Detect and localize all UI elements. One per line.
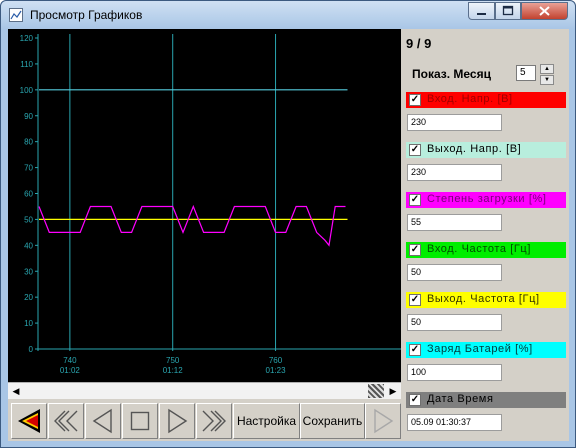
value-field[interactable]: 55 xyxy=(407,214,502,231)
group-label: Дата Время xyxy=(427,393,494,405)
month-field[interactable]: 5 xyxy=(516,65,536,81)
x-tick-label: 750 xyxy=(166,356,180,365)
y-tick-label: 100 xyxy=(20,86,34,95)
rewind-button[interactable] xyxy=(48,403,84,439)
checkbox[interactable]: ✓ xyxy=(409,394,421,406)
scroll-right-arrow-icon[interactable]: ▶ xyxy=(385,383,401,399)
x-tick-label: 760 xyxy=(269,356,283,365)
double-right-icon xyxy=(202,410,226,432)
group-load-level: ✓ Степень загрузки [%] 55 xyxy=(406,192,567,241)
y-tick-label: 40 xyxy=(24,241,33,250)
y-tick-label: 30 xyxy=(24,267,33,276)
group-label: Вход. Частота [Гц] xyxy=(427,243,531,255)
month-label: Показ. Месяц xyxy=(412,67,491,81)
side-panel: 9 / 9 Показ. Месяц 5 ▲ ▼ ✓ Вход. Напр. [… xyxy=(402,29,569,441)
value-field[interactable]: 230 xyxy=(407,114,502,131)
y-tick-label: 110 xyxy=(20,60,33,69)
y-tick-label: 80 xyxy=(24,138,33,147)
y-tick-label: 10 xyxy=(24,319,33,328)
horizontal-scrollbar[interactable]: ◀ ▶ xyxy=(8,382,401,399)
triangle-right-icon xyxy=(374,408,394,434)
spin-down-icon[interactable]: ▼ xyxy=(540,75,554,85)
y-tick-label: 120 xyxy=(20,34,34,43)
next-button[interactable] xyxy=(365,403,401,439)
y-tick-label: 60 xyxy=(24,190,33,199)
app-window: Просмотр Графиков 0 10 20 30 40 50 60 70 80 90 100… xyxy=(0,0,576,448)
title-bar[interactable]: Просмотр Графиков xyxy=(1,1,575,29)
stop-button[interactable] xyxy=(122,403,158,439)
client-area: 0 10 20 30 40 50 60 70 80 90 100 110 120 740 01:02 750 0… xyxy=(8,29,569,441)
y-tick-label: 20 xyxy=(24,293,33,302)
group-output-frequency: ✓ Выход. Частота [Гц] 50 xyxy=(406,292,567,341)
spin-up-icon[interactable]: ▲ xyxy=(540,64,554,74)
chart-area: 0 10 20 30 40 50 60 70 80 90 100 110 120 740 01:02 750 0… xyxy=(8,29,401,382)
series-line-2 xyxy=(38,204,346,247)
group-battery-charge: ✓ Заряд Батарей [%] 100 xyxy=(406,342,567,391)
back-button[interactable] xyxy=(85,403,121,439)
exit-icon xyxy=(18,409,40,433)
group-label: Степень загрузки [%] xyxy=(427,193,547,205)
forward-button[interactable] xyxy=(196,403,232,439)
maximize-button[interactable] xyxy=(495,2,521,20)
checkbox[interactable]: ✓ xyxy=(409,194,421,206)
checkbox[interactable]: ✓ xyxy=(409,344,421,356)
group-input-frequency: ✓ Вход. Частота [Гц] 50 xyxy=(406,242,567,291)
x-tick-sublabel: 01:02 xyxy=(60,366,81,375)
checkbox[interactable]: ✓ xyxy=(409,294,421,306)
scroll-thumb[interactable] xyxy=(368,384,384,398)
group-label: Выход. Частота [Гц] xyxy=(427,293,540,305)
triangle-left-icon xyxy=(92,408,112,434)
exit-button[interactable] xyxy=(11,403,47,439)
group-input-voltage: ✓ Вход. Напр. [В] 230 xyxy=(406,92,567,141)
value-field[interactable]: 50 xyxy=(407,314,502,331)
double-left-icon xyxy=(54,410,78,432)
toolbar: Настройка Сохранить xyxy=(8,401,401,441)
y-tick-label: 90 xyxy=(24,112,33,121)
checkbox[interactable]: ✓ xyxy=(409,94,421,106)
group-label: Выход. Напр. [В] xyxy=(427,143,522,155)
value-field[interactable]: 100 xyxy=(407,364,502,381)
close-icon xyxy=(539,6,550,16)
scroll-left-arrow-icon[interactable]: ◀ xyxy=(8,383,24,399)
checkbox[interactable]: ✓ xyxy=(409,244,421,256)
y-tick-label: 0 xyxy=(29,345,34,354)
play-button[interactable] xyxy=(159,403,195,439)
square-icon xyxy=(130,411,150,431)
checkbox[interactable]: ✓ xyxy=(409,144,421,156)
minimize-icon xyxy=(477,13,486,15)
value-field[interactable]: 50 xyxy=(407,264,502,281)
maximize-icon xyxy=(502,5,514,16)
close-button[interactable] xyxy=(521,2,568,20)
group-date-time: ✓ Дата Время 05.09 01:30:37 xyxy=(406,392,567,441)
settings-button[interactable]: Настройка xyxy=(233,403,300,439)
minimize-button[interactable] xyxy=(468,2,495,20)
value-field[interactable]: 230 xyxy=(407,164,502,181)
x-tick-label: 740 xyxy=(63,356,77,365)
window-title: Просмотр Графиков xyxy=(30,8,143,22)
group-label: Вход. Напр. [В] xyxy=(427,93,513,105)
y-tick-label: 70 xyxy=(24,164,33,173)
value-field[interactable]: 05.09 01:30:37 xyxy=(407,414,502,431)
line-chart: 010203040506070809010011012074001:027500… xyxy=(20,34,401,375)
group-output-voltage: ✓ Выход. Напр. [В] 230 xyxy=(406,142,567,191)
save-button[interactable]: Сохранить xyxy=(300,403,365,439)
group-label: Заряд Батарей [%] xyxy=(427,343,533,355)
x-tick-sublabel: 01:23 xyxy=(266,366,287,375)
y-tick-label: 50 xyxy=(24,215,33,224)
chart-app-icon xyxy=(9,8,23,22)
x-tick-sublabel: 01:12 xyxy=(163,366,184,375)
record-counter: 9 / 9 xyxy=(406,36,432,51)
triangle-right-icon xyxy=(168,408,188,434)
